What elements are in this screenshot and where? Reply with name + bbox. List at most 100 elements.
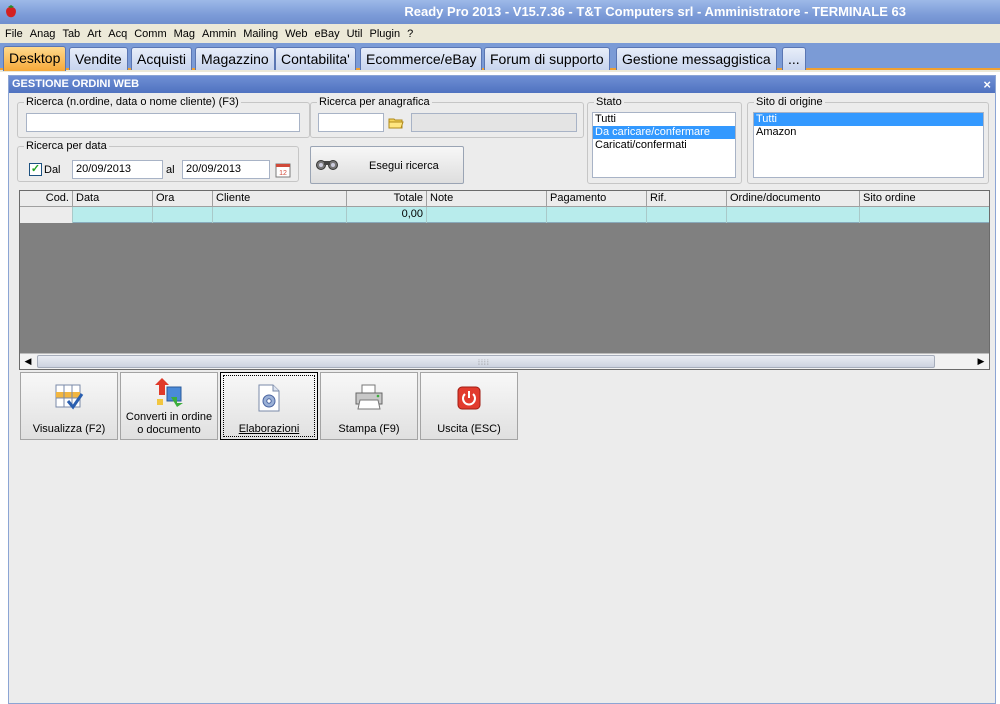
menu-bar: File Anag Tab Art Acq Comm Mag Ammin Mai… xyxy=(0,24,1000,43)
tab-forum-di-supporto[interactable]: Forum di supporto xyxy=(484,47,610,70)
printer-icon xyxy=(355,384,383,410)
binoculars-icon xyxy=(316,160,338,170)
anagrafica-code-input[interactable] xyxy=(318,113,384,132)
col-pagamento[interactable]: Pagamento xyxy=(547,191,647,207)
row-ora xyxy=(153,207,213,223)
search-label: Ricerca (n.ordine, data o nome cliente) … xyxy=(26,96,239,108)
menu-tab[interactable]: Tab xyxy=(61,28,86,40)
menu-plugin[interactable]: Plugin xyxy=(369,28,407,40)
date-to-input[interactable]: 20/09/2013 xyxy=(182,160,270,179)
stato-option-tutti[interactable]: Tutti xyxy=(593,113,735,126)
grip-icon: ⁞⁞⁞⁞ xyxy=(478,360,490,367)
row-data xyxy=(73,207,153,223)
converti-label-line2: o documento xyxy=(137,424,201,436)
dal-checkbox[interactable]: ✓ xyxy=(29,163,42,176)
converti-label: Converti in ordine o documento xyxy=(121,411,217,437)
tab-vendite[interactable]: Vendite xyxy=(69,47,128,70)
tab-desktop[interactable]: Desktop xyxy=(3,46,67,71)
gear-document-icon xyxy=(258,384,280,412)
menu-anag[interactable]: Anag xyxy=(29,28,62,40)
visualizza-label: Visualizza (F2) xyxy=(32,423,106,435)
elaborazioni-button[interactable]: Elaborazioni xyxy=(220,372,318,440)
menu-mag[interactable]: Mag xyxy=(173,28,201,40)
tab-magazzino[interactable]: Magazzino xyxy=(195,47,275,70)
stato-option-da-caricare[interactable]: Da caricare/confermare xyxy=(593,126,735,139)
menu-art[interactable]: Art xyxy=(86,28,107,40)
orders-grid[interactable]: Cod. Data Ora Cliente Totale Note Pagame… xyxy=(19,190,990,370)
form-title: GESTIONE ORDINI WEB xyxy=(9,76,995,93)
col-ora[interactable]: Ora xyxy=(153,191,213,207)
row-ordine-documento xyxy=(727,207,860,223)
power-icon xyxy=(457,386,481,410)
converti-button[interactable]: Converti in ordine o documento xyxy=(120,372,218,440)
col-ordine-documento[interactable]: Ordine/documento xyxy=(727,191,860,207)
row-cod xyxy=(20,207,73,223)
row-cliente xyxy=(213,207,347,223)
scrollbar-thumb[interactable]: ⁞⁞⁞⁞ xyxy=(37,355,935,368)
table-row[interactable]: 0,00 xyxy=(20,207,989,223)
al-label: al xyxy=(166,164,175,176)
date-label: Ricerca per data xyxy=(26,140,107,152)
stato-listbox[interactable]: Tutti Da caricare/confermare Caricati/co… xyxy=(592,112,736,178)
gestione-ordini-web-window: GESTIONE ORDINI WEB × Ricerca (n.ordine,… xyxy=(8,75,996,704)
uscita-label: Uscita (ESC) xyxy=(437,423,501,435)
esegui-ricerca-button[interactable]: Esegui ricerca xyxy=(310,146,464,184)
dal-label: Dal xyxy=(44,164,61,176)
menu-ammin[interactable]: Ammin xyxy=(201,28,242,40)
search-input[interactable] xyxy=(26,113,300,132)
row-sito-ordine xyxy=(860,207,989,223)
title-bar: Ready Pro 2013 - V15.7.36 - T&T Computer… xyxy=(0,0,1000,24)
mdi-area: GESTIONE ORDINI WEB × Ricerca (n.ordine,… xyxy=(0,72,1000,704)
tab-acquisti[interactable]: Acquisti xyxy=(131,47,193,70)
row-rif xyxy=(647,207,727,223)
svg-text:12: 12 xyxy=(279,170,287,177)
scroll-right-icon[interactable]: ▶ xyxy=(973,354,989,369)
col-totale[interactable]: Totale xyxy=(347,191,427,207)
menu-ebay[interactable]: eBay xyxy=(314,28,346,40)
folder-icon[interactable] xyxy=(388,115,404,131)
sito-option-tutti[interactable]: Tutti xyxy=(754,113,983,126)
col-cliente[interactable]: Cliente xyxy=(213,191,347,207)
col-rif[interactable]: Rif. xyxy=(647,191,727,207)
menu-web[interactable]: Web xyxy=(284,28,313,40)
col-cod[interactable]: Cod. xyxy=(20,191,73,207)
menu-comm[interactable]: Comm xyxy=(133,28,172,40)
stato-option-caricati[interactable]: Caricati/confermati xyxy=(593,139,735,152)
scroll-left-icon[interactable]: ◀ xyxy=(20,354,36,369)
uscita-button[interactable]: Uscita (ESC) xyxy=(420,372,518,440)
tab-gestione-messaggistica[interactable]: Gestione messaggistica xyxy=(616,47,777,70)
close-icon[interactable]: × xyxy=(983,76,991,93)
sito-listbox[interactable]: Tutti Amazon xyxy=(753,112,984,178)
date-from-input[interactable]: 20/09/2013 xyxy=(72,160,163,179)
row-note xyxy=(427,207,547,223)
elaborazioni-label: Elaborazioni xyxy=(238,423,300,435)
esegui-ricerca-label: Esegui ricerca xyxy=(369,160,439,172)
stampa-button[interactable]: Stampa (F9) xyxy=(320,372,418,440)
table-check-icon xyxy=(55,384,84,410)
tab-ecommerce-ebay[interactable]: Ecommerce/eBay xyxy=(360,47,483,70)
col-sito-ordine[interactable]: Sito ordine xyxy=(860,191,989,207)
horizontal-scrollbar[interactable]: ◀ ⁞⁞⁞⁞ ▶ xyxy=(20,353,989,369)
anagrafica-name-field xyxy=(411,113,577,132)
menu-mailing[interactable]: Mailing xyxy=(242,28,284,40)
tab-more[interactable]: ... xyxy=(782,47,806,70)
menu-acq[interactable]: Acq xyxy=(107,28,133,40)
sito-option-amazon[interactable]: Amazon xyxy=(754,126,983,139)
menu-help[interactable]: ? xyxy=(406,28,419,40)
tab-contabilita[interactable]: Contabilita' xyxy=(275,47,356,70)
calendar-icon[interactable]: 12 xyxy=(275,162,291,178)
convert-arrows-icon xyxy=(155,378,183,407)
anagrafica-label: Ricerca per anagrafica xyxy=(319,96,430,108)
menu-file[interactable]: File xyxy=(4,28,29,40)
visualizza-button[interactable]: Visualizza (F2) xyxy=(20,372,118,440)
row-pagamento xyxy=(547,207,647,223)
sito-label: Sito di origine xyxy=(756,96,823,108)
col-note[interactable]: Note xyxy=(427,191,547,207)
col-data[interactable]: Data xyxy=(73,191,153,207)
row-totale: 0,00 xyxy=(347,207,427,223)
stampa-label: Stampa (F9) xyxy=(338,423,400,435)
tab-bar: Desktop Vendite Acquisti Magazzino Conta… xyxy=(0,43,1000,71)
converti-label-line1: Converti in ordine xyxy=(125,411,213,423)
strawberry-icon xyxy=(6,5,16,18)
menu-util[interactable]: Util xyxy=(346,28,369,40)
